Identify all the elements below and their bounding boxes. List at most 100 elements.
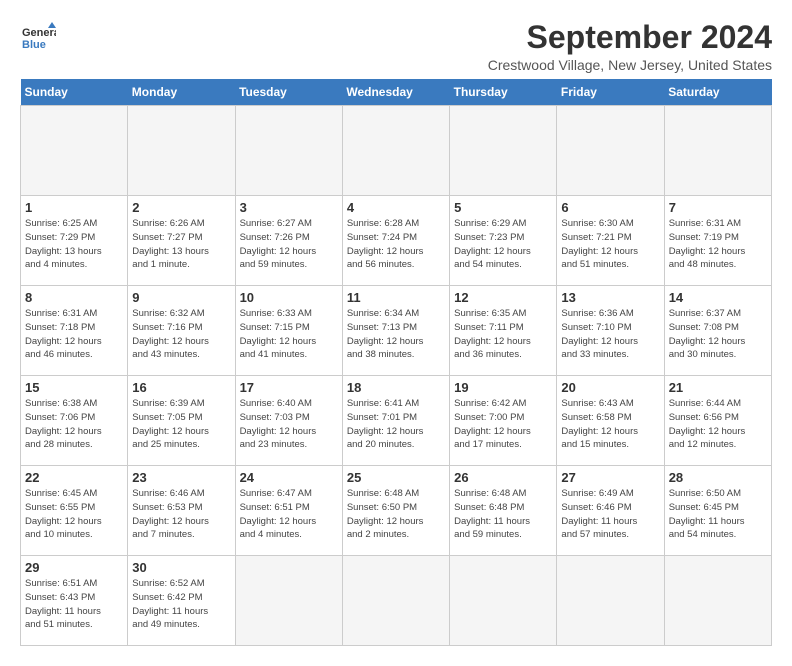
calendar-table: SundayMondayTuesdayWednesdayThursdayFrid… [20, 79, 772, 646]
weekday-header-cell: Sunday [21, 79, 128, 106]
day-number: 4 [347, 200, 445, 215]
calendar-day-cell: 28 Sunrise: 6:50 AM Sunset: 6:45 PM Dayli… [664, 466, 771, 556]
day-number: 3 [240, 200, 338, 215]
calendar-day-cell: 27Sunrise: 6:49 AM Sunset: 6:46 PM Dayli… [557, 466, 664, 556]
day-info: Sunrise: 6:28 AM Sunset: 7:24 PM Dayligh… [347, 217, 445, 272]
day-info: Sunrise: 6:45 AM Sunset: 6:55 PM Dayligh… [25, 487, 123, 542]
day-info: Sunrise: 6:49 AM Sunset: 6:46 PM Dayligh… [561, 487, 659, 542]
weekday-header-row: SundayMondayTuesdayWednesdayThursdayFrid… [21, 79, 772, 106]
day-number: 23 [132, 470, 230, 485]
calendar-day-cell: 2Sunrise: 6:26 AM Sunset: 7:27 PM Daylig… [128, 196, 235, 286]
calendar-day-cell: 7Sunrise: 6:31 AM Sunset: 7:19 PM Daylig… [664, 196, 771, 286]
day-number: 13 [561, 290, 659, 305]
calendar-week-row: 22Sunrise: 6:45 AM Sunset: 6:55 PM Dayli… [21, 466, 772, 556]
calendar-day-cell: 24Sunrise: 6:47 AM Sunset: 6:51 PM Dayli… [235, 466, 342, 556]
day-info: Sunrise: 6:42 AM Sunset: 7:00 PM Dayligh… [454, 397, 552, 452]
day-number: 30 [132, 560, 230, 575]
day-number: 18 [347, 380, 445, 395]
calendar-day-cell [128, 106, 235, 196]
calendar-day-cell: 16 Sunrise: 6:39 AM Sunset: 7:05 PM Dayli… [128, 376, 235, 466]
calendar-day-cell [557, 556, 664, 646]
calendar-day-cell: 12 Sunrise: 6:35 AM Sunset: 7:11 PM Dayli… [450, 286, 557, 376]
calendar-day-cell: 23 Sunrise: 6:46 AM Sunset: 6:53 PM Dayli… [128, 466, 235, 556]
day-info: Sunrise: 6:35 AM Sunset: 7:11 PM Dayligh… [454, 307, 552, 362]
day-info: Sunrise: 6:50 AM Sunset: 6:45 PM Dayligh… [669, 487, 767, 542]
day-info: Sunrise: 6:25 AM Sunset: 7:29 PM Dayligh… [25, 217, 123, 272]
day-number: 5 [454, 200, 552, 215]
month-title: September 2024 [488, 20, 772, 55]
calendar-day-cell: 19Sunrise: 6:42 AM Sunset: 7:00 PM Dayli… [450, 376, 557, 466]
calendar-day-cell [450, 106, 557, 196]
day-number: 6 [561, 200, 659, 215]
calendar-week-row: 15Sunrise: 6:38 AM Sunset: 7:06 PM Dayli… [21, 376, 772, 466]
title-block: September 2024 Crestwood Village, New Je… [488, 20, 772, 73]
day-info: Sunrise: 6:29 AM Sunset: 7:23 PM Dayligh… [454, 217, 552, 272]
day-info: Sunrise: 6:51 AM Sunset: 6:43 PM Dayligh… [25, 577, 123, 632]
weekday-header-cell: Saturday [664, 79, 771, 106]
day-info: Sunrise: 6:48 AM Sunset: 6:50 PM Dayligh… [347, 487, 445, 542]
day-info: Sunrise: 6:41 AM Sunset: 7:01 PM Dayligh… [347, 397, 445, 452]
day-info: Sunrise: 6:43 AM Sunset: 6:58 PM Dayligh… [561, 397, 659, 452]
day-number: 7 [669, 200, 767, 215]
calendar-day-cell: 11Sunrise: 6:34 AM Sunset: 7:13 PM Dayli… [342, 286, 449, 376]
day-info: Sunrise: 6:47 AM Sunset: 6:51 PM Dayligh… [240, 487, 338, 542]
logo-icon: General Blue [20, 20, 56, 56]
day-info: Sunrise: 6:40 AM Sunset: 7:03 PM Dayligh… [240, 397, 338, 452]
calendar-day-cell: 4 Sunrise: 6:28 AM Sunset: 7:24 PM Daylig… [342, 196, 449, 286]
logo: General Blue [20, 20, 58, 56]
weekday-header-cell: Thursday [450, 79, 557, 106]
weekday-header-cell: Friday [557, 79, 664, 106]
page-header: General Blue September 2024 Crestwood Vi… [20, 20, 772, 73]
day-info: Sunrise: 6:30 AM Sunset: 7:21 PM Dayligh… [561, 217, 659, 272]
day-info: Sunrise: 6:34 AM Sunset: 7:13 PM Dayligh… [347, 307, 445, 362]
calendar-day-cell [235, 556, 342, 646]
calendar-day-cell: 8 Sunrise: 6:31 AM Sunset: 7:18 PM Daylig… [21, 286, 128, 376]
day-info: Sunrise: 6:52 AM Sunset: 6:42 PM Dayligh… [132, 577, 230, 632]
calendar-day-cell [557, 106, 664, 196]
calendar-day-cell [21, 106, 128, 196]
weekday-header-cell: Tuesday [235, 79, 342, 106]
day-info: Sunrise: 6:44 AM Sunset: 6:56 PM Dayligh… [669, 397, 767, 452]
calendar-day-cell: 30 Sunrise: 6:52 AM Sunset: 6:42 PM Dayli… [128, 556, 235, 646]
calendar-day-cell: 5 Sunrise: 6:29 AM Sunset: 7:23 PM Daylig… [450, 196, 557, 286]
calendar-day-cell [235, 106, 342, 196]
calendar-body: 1Sunrise: 6:25 AM Sunset: 7:29 PM Daylig… [21, 106, 772, 646]
calendar-day-cell: 14 Sunrise: 6:37 AM Sunset: 7:08 PM Dayli… [664, 286, 771, 376]
day-number: 2 [132, 200, 230, 215]
calendar-day-cell [664, 556, 771, 646]
day-info: Sunrise: 6:32 AM Sunset: 7:16 PM Dayligh… [132, 307, 230, 362]
calendar-day-cell: 6 Sunrise: 6:30 AM Sunset: 7:21 PM Daylig… [557, 196, 664, 286]
day-info: Sunrise: 6:36 AM Sunset: 7:10 PM Dayligh… [561, 307, 659, 362]
day-number: 14 [669, 290, 767, 305]
day-info: Sunrise: 6:48 AM Sunset: 6:48 PM Dayligh… [454, 487, 552, 542]
day-number: 17 [240, 380, 338, 395]
weekday-header-cell: Wednesday [342, 79, 449, 106]
day-number: 12 [454, 290, 552, 305]
day-number: 20 [561, 380, 659, 395]
day-number: 28 [669, 470, 767, 485]
day-number: 10 [240, 290, 338, 305]
svg-text:General: General [22, 27, 56, 39]
calendar-day-cell [342, 106, 449, 196]
calendar-day-cell: 20 Sunrise: 6:43 AM Sunset: 6:58 PM Dayli… [557, 376, 664, 466]
calendar-day-cell: 1Sunrise: 6:25 AM Sunset: 7:29 PM Daylig… [21, 196, 128, 286]
calendar-day-cell: 17 Sunrise: 6:40 AM Sunset: 7:03 PM Dayli… [235, 376, 342, 466]
day-info: Sunrise: 6:46 AM Sunset: 6:53 PM Dayligh… [132, 487, 230, 542]
day-info: Sunrise: 6:31 AM Sunset: 7:18 PM Dayligh… [25, 307, 123, 362]
day-number: 16 [132, 380, 230, 395]
calendar-day-cell: 25Sunrise: 6:48 AM Sunset: 6:50 PM Dayli… [342, 466, 449, 556]
day-number: 9 [132, 290, 230, 305]
day-info: Sunrise: 6:37 AM Sunset: 7:08 PM Dayligh… [669, 307, 767, 362]
calendar-day-cell: 29Sunrise: 6:51 AM Sunset: 6:43 PM Dayli… [21, 556, 128, 646]
day-info: Sunrise: 6:33 AM Sunset: 7:15 PM Dayligh… [240, 307, 338, 362]
day-info: Sunrise: 6:38 AM Sunset: 7:06 PM Dayligh… [25, 397, 123, 452]
day-number: 8 [25, 290, 123, 305]
day-number: 26 [454, 470, 552, 485]
day-info: Sunrise: 6:39 AM Sunset: 7:05 PM Dayligh… [132, 397, 230, 452]
calendar-day-cell: 18 Sunrise: 6:41 AM Sunset: 7:01 PM Dayli… [342, 376, 449, 466]
weekday-header-cell: Monday [128, 79, 235, 106]
calendar-week-row: 8 Sunrise: 6:31 AM Sunset: 7:18 PM Daylig… [21, 286, 772, 376]
calendar-week-row [21, 106, 772, 196]
calendar-day-cell: 26 Sunrise: 6:48 AM Sunset: 6:48 PM Dayli… [450, 466, 557, 556]
calendar-day-cell: 21Sunrise: 6:44 AM Sunset: 6:56 PM Dayli… [664, 376, 771, 466]
